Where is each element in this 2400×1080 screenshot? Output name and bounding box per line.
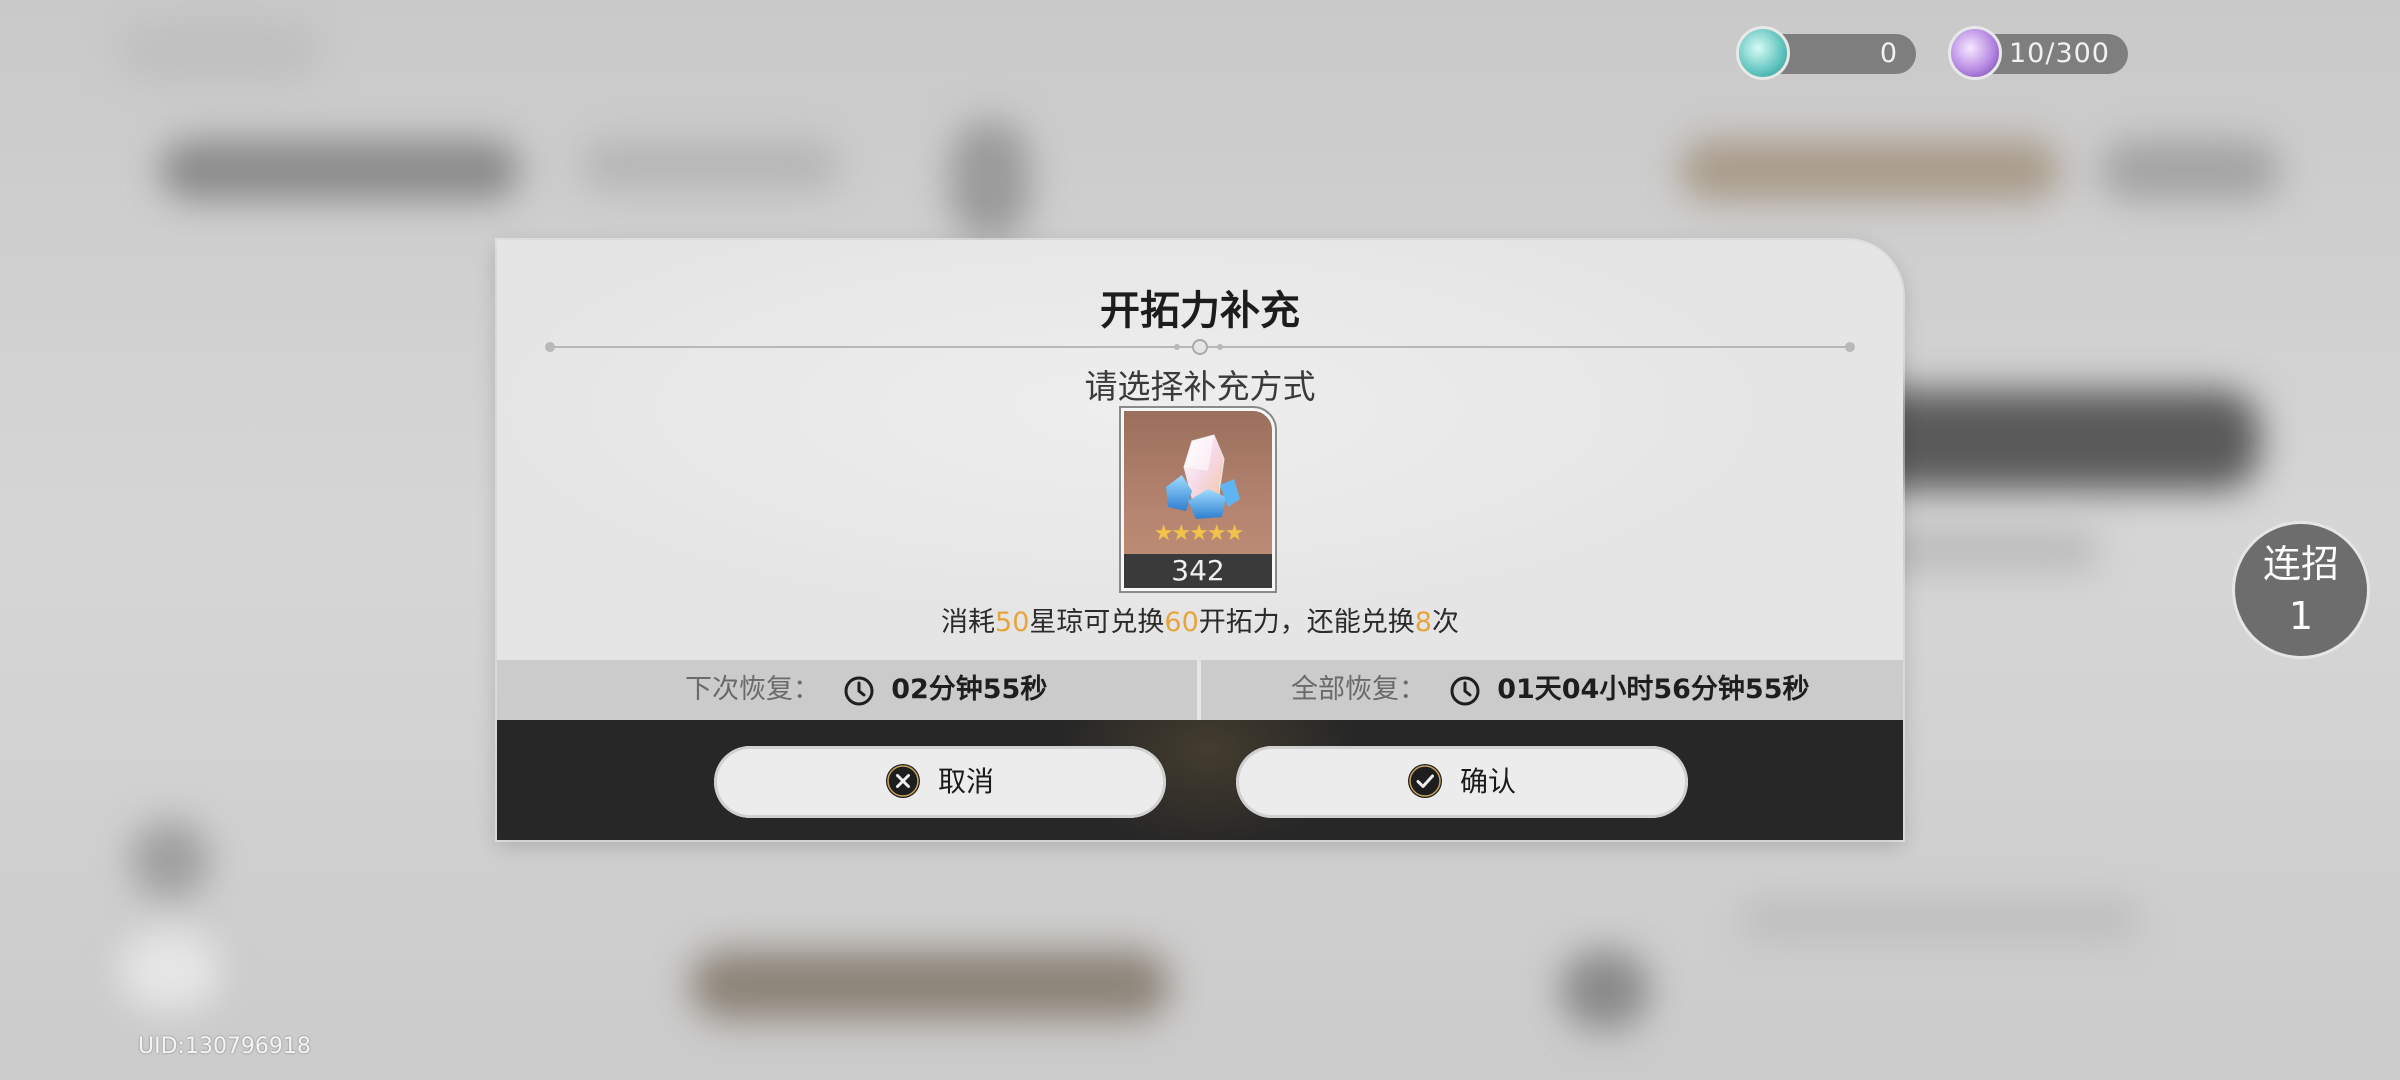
remaining-times: 8 bbox=[1414, 607, 1432, 638]
exchange-description: 消耗50星琼可兑换60开拓力，还能兑换8次 bbox=[941, 607, 1459, 638]
recovery-info-bar: 下次恢复： 02分钟55秒 全部恢复： 01天04小时56分钟55秒 bbox=[497, 660, 1903, 720]
jade-cost: 50 bbox=[995, 607, 1030, 638]
stellar-jade-icon bbox=[1166, 434, 1240, 519]
reserved-energy-counter[interactable]: 0 bbox=[1736, 26, 1916, 80]
trailblaze-power-icon bbox=[1948, 26, 2002, 80]
close-icon bbox=[885, 764, 920, 798]
trailblaze-power-refill-dialog: 开拓力补充 请选择补充方式 ★★★★★ 342 消耗50星琼可兑换60开拓力，还… bbox=[497, 240, 1903, 840]
reserved-energy-value: 0 bbox=[1879, 38, 1898, 69]
combo-label: 连招 bbox=[2262, 542, 2339, 586]
full-recover-time: 01天04小时56分钟55秒 bbox=[1497, 674, 1810, 705]
rarity-stars: ★★★★★ bbox=[1153, 521, 1245, 546]
title-divider bbox=[545, 339, 1855, 355]
full-recover: 全部恢复： 01天04小时56分钟55秒 bbox=[1291, 660, 1809, 720]
next-recover-time: 02分钟55秒 bbox=[891, 674, 1048, 705]
stellar-jade-item-card[interactable]: ★★★★★ 342 bbox=[1119, 406, 1277, 593]
combo-count: 1 bbox=[2288, 594, 2314, 638]
recover-separator bbox=[1197, 660, 1201, 720]
trailblaze-power-counter[interactable]: 10/300 bbox=[1948, 26, 2128, 80]
full-recover-label: 全部恢复： bbox=[1291, 674, 1426, 705]
dialog-title: 开拓力补充 bbox=[1100, 288, 1300, 334]
check-icon bbox=[1407, 764, 1442, 798]
combo-button[interactable]: 连招 1 bbox=[2232, 521, 2370, 659]
trailblaze-power-value: 10/300 bbox=[2009, 38, 2110, 69]
uid-label: UID:130796918 bbox=[138, 1034, 311, 1059]
cancel-button-label: 取消 bbox=[937, 765, 994, 798]
cancel-button[interactable]: 取消 bbox=[714, 746, 1166, 818]
confirm-button[interactable]: 确认 bbox=[1236, 746, 1688, 818]
next-recover: 下次恢复： 02分钟55秒 bbox=[685, 660, 1047, 720]
clock-icon bbox=[1450, 676, 1480, 705]
power-gain: 60 bbox=[1164, 607, 1199, 638]
next-recover-label: 下次恢复： bbox=[685, 674, 820, 705]
dialog-subtitle: 请选择补充方式 bbox=[1084, 367, 1316, 406]
clock-icon bbox=[844, 676, 874, 705]
energy-crystal-icon bbox=[1736, 26, 1790, 80]
confirm-button-label: 确认 bbox=[1459, 765, 1516, 798]
dialog-footer: 取消 确认 bbox=[497, 720, 1903, 840]
item-count: 342 bbox=[1124, 554, 1272, 588]
